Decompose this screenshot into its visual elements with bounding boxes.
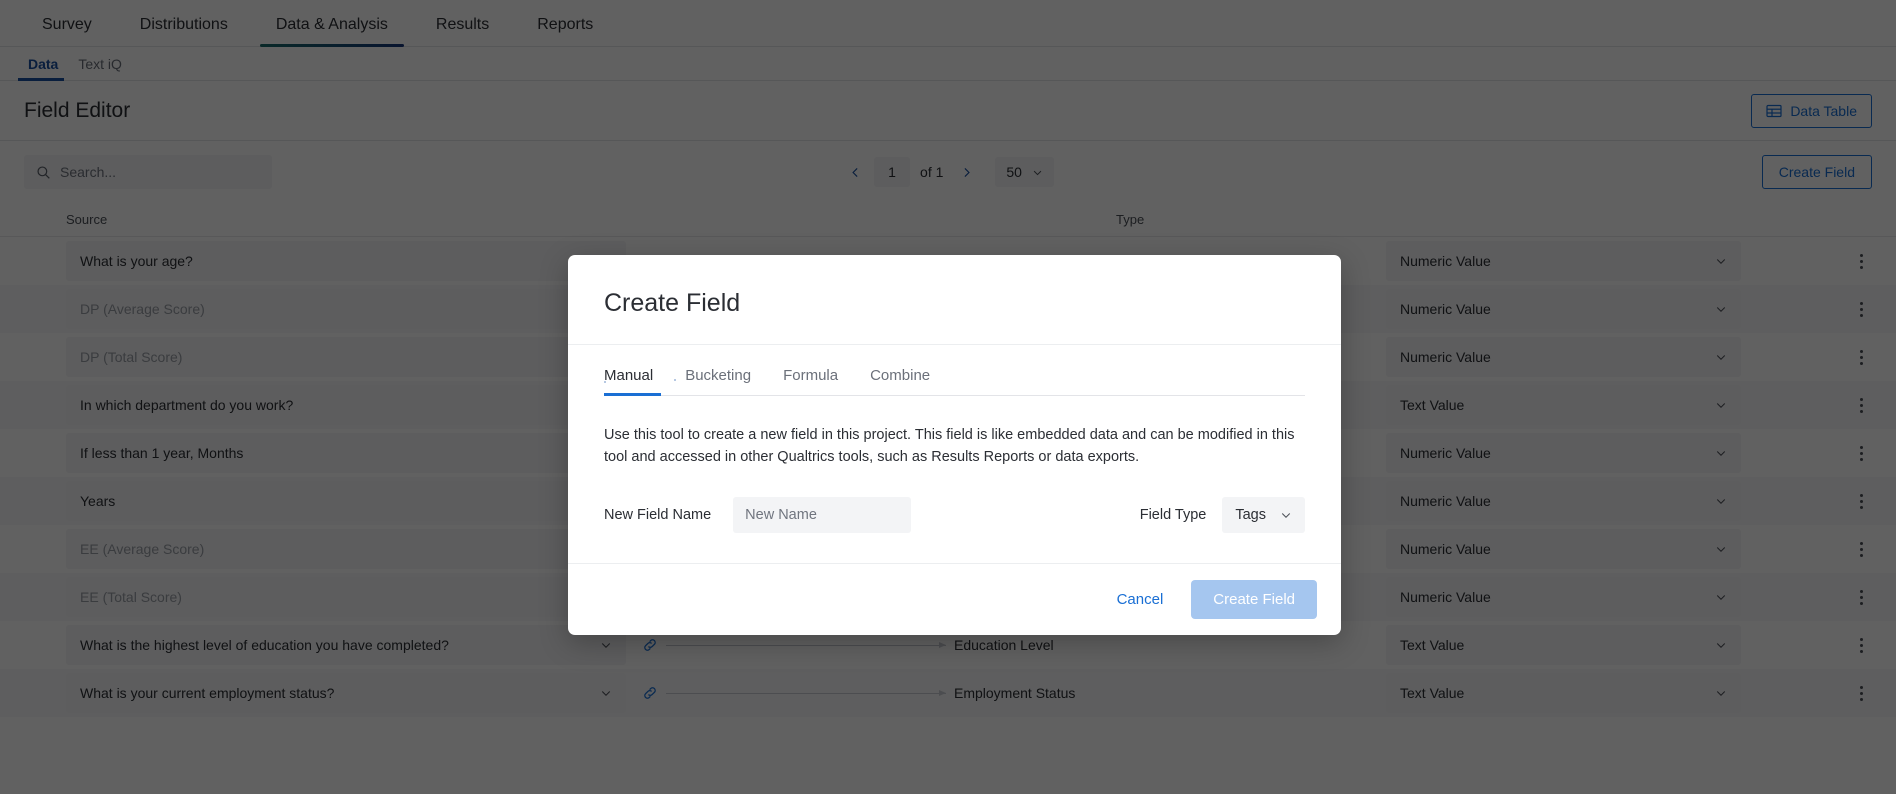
modal-tab-label: Combine	[870, 367, 931, 384]
modal-tab-label: Formula	[783, 367, 839, 384]
new-field-name-input[interactable]	[733, 496, 912, 533]
field-type-label: Field Type	[1139, 506, 1207, 523]
modal-tab-bucketing[interactable]: Bucketing	[669, 367, 767, 395]
modal-title: Create Field	[604, 289, 741, 317]
create-field-modal: Create Field Manual Bucketing Formula Co…	[568, 255, 1341, 635]
field-type-select[interactable]: Tags	[1222, 496, 1305, 533]
new-field-name-label: New Field Name	[604, 506, 712, 523]
cancel-button[interactable]: Cancel	[1099, 582, 1182, 617]
modal-tab-label: Manual	[604, 367, 654, 384]
field-type-group: Field Type Tags	[1139, 496, 1305, 533]
modal-tab-label: Bucketing	[685, 367, 752, 384]
modal-tab-formula[interactable]: Formula	[767, 367, 854, 395]
chevron-down-icon	[1280, 509, 1292, 521]
modal-footer: Cancel Create Field	[568, 562, 1341, 635]
new-field-form-row: New Field Name Field Type Tags	[604, 496, 1305, 533]
field-type-value: Tags	[1235, 506, 1266, 523]
create-field-submit-button[interactable]: Create Field	[1191, 579, 1317, 619]
modal-description: Use this tool to create a new field in t…	[604, 427, 1295, 466]
modal-tab-manual[interactable]: Manual	[604, 367, 669, 396]
modal-tab-combine[interactable]: Combine	[854, 367, 946, 395]
app-root: Survey Distributions Data & Analysis Res…	[0, 0, 1896, 794]
modal-tabs-container: Manual Bucketing Formula Combine	[568, 367, 1341, 396]
modal-body: Use this tool to create a new field in t…	[568, 396, 1341, 563]
modal-tabs: Manual Bucketing Formula Combine	[604, 367, 1305, 396]
modal-header: Create Field	[568, 255, 1341, 345]
